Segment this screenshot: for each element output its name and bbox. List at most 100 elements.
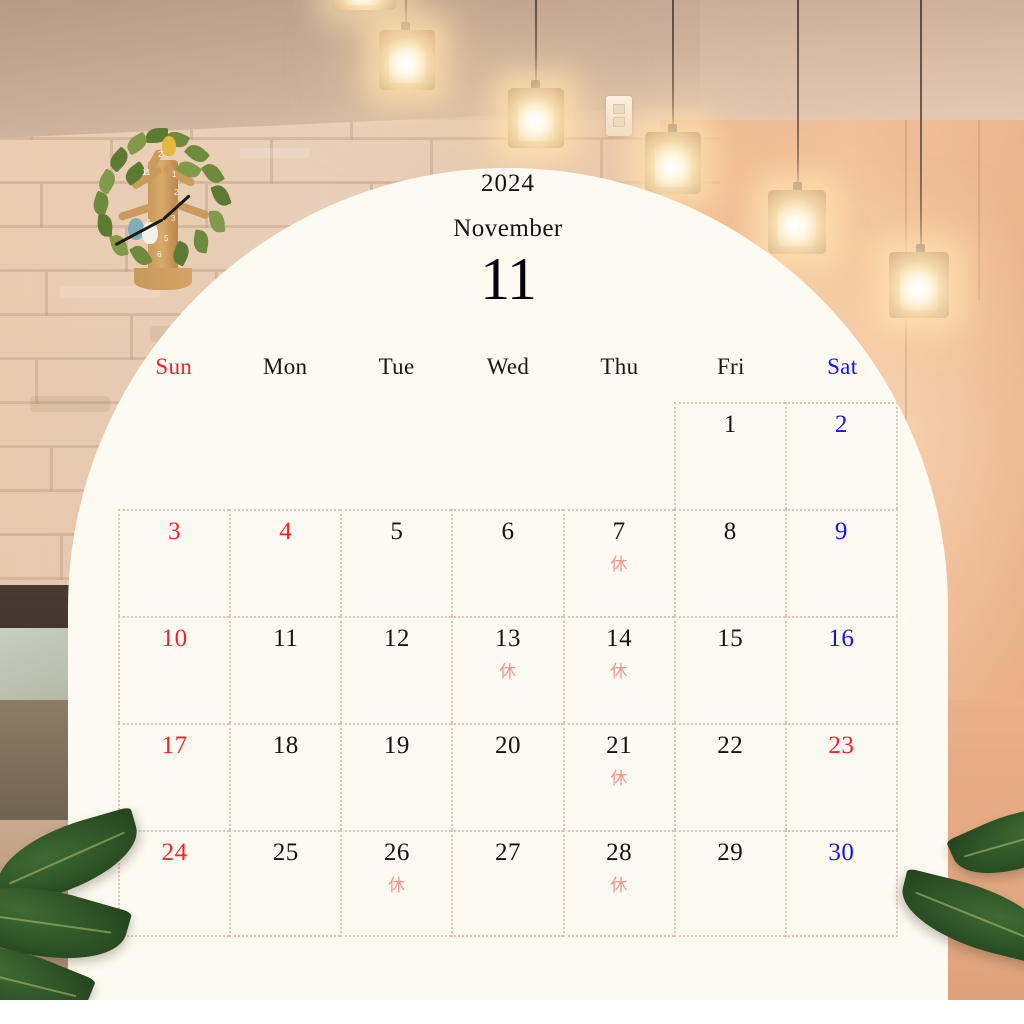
calendar-cell-day[interactable]: 1 (673, 402, 785, 509)
year-label: 2024 (481, 170, 535, 197)
calendar-cell-day[interactable]: 23 (784, 723, 898, 830)
calendar-cell-empty (340, 402, 451, 509)
calendar-cell-day[interactable]: 30 (784, 830, 898, 937)
calendar-cell-day[interactable]: 9 (784, 509, 898, 616)
calendar-cell-day[interactable]: 29 (673, 830, 785, 937)
calendar-weeks: 1 2 3 4 5 6 7 休 8 9 10 11 12 13 休 14 休 15 16 17 18 19 20 21 休 22 2… (118, 402, 898, 937)
calendar-cell-day[interactable]: 3 (118, 509, 230, 616)
calendar-cell-day[interactable]: 26 休 (340, 830, 452, 937)
calendar-cell-day[interactable]: 7休 (562, 509, 674, 616)
day-closed-note: 休 (610, 769, 628, 789)
calendar-week-row: 24 25 26 休 27 28 休 29 30 (118, 830, 898, 937)
month-name-label: November (453, 215, 563, 242)
day-number: 12 (383, 625, 410, 652)
calendar-cell-day[interactable]: 17 (118, 723, 230, 830)
day-number: 6 (501, 518, 515, 545)
calendar-week-row: 12 (118, 402, 898, 509)
calendar-cell-day[interactable]: 11 (229, 616, 341, 723)
lamp-cord (535, 0, 537, 84)
calendar-cell-day[interactable]: 5 (340, 509, 452, 616)
calendar-cell-empty (563, 402, 674, 509)
bird-yellow-icon (162, 136, 176, 156)
calendar-cell-day[interactable]: 24 (118, 830, 230, 937)
calendar-header: 2024 November 11 (68, 168, 948, 309)
month-number-label: 11 (480, 246, 537, 312)
calendar-cell-day[interactable]: 14 休 (562, 616, 674, 723)
day-number: 2 (834, 411, 848, 438)
calendar-week-row: 10 11 12 13 休 14 休 15 16 (118, 616, 898, 723)
calendar-cell-day[interactable]: 6 (451, 509, 563, 616)
day-number: 14 (606, 625, 633, 652)
day-number: 17 (161, 732, 188, 759)
calendar-cell-day[interactable]: 15 (673, 616, 785, 723)
day-number: 9 (834, 518, 848, 545)
calendar-week-row: 17 18 19 20 21 休 22 23 (118, 723, 898, 830)
pendant-lamp-1 (379, 30, 435, 90)
day-number: 13 (494, 625, 521, 652)
day-number: 8 (723, 518, 737, 545)
day-number: 24 (161, 839, 188, 866)
calendar-card: 2024 November 11 Sun Mon Tue Wed Thu Fri Sat 1… (68, 168, 948, 1024)
calendar-cell-day[interactable]: 22 (673, 723, 785, 830)
weekday-header-thu: Thu (600, 354, 639, 379)
calendar-week-row: 34567休89 (118, 509, 898, 616)
calendar-cell-day[interactable]: 18 (229, 723, 341, 830)
day-number: 4 (279, 518, 293, 545)
pendant-lamp-0 (332, 0, 396, 10)
calendar-cell-empty (118, 402, 229, 509)
day-number: 15 (717, 625, 744, 652)
calendar-cell-day[interactable]: 27 (451, 830, 563, 937)
day-number: 26 (383, 839, 410, 866)
calendar-cell-day[interactable]: 25 (229, 830, 341, 937)
calendar-cell-day[interactable]: 4 (229, 509, 341, 616)
calendar-cell-day[interactable]: 20 (451, 723, 563, 830)
day-closed-note: 休 (388, 876, 406, 896)
day-number: 27 (494, 839, 521, 866)
calendar-cell-day[interactable]: 12 (340, 616, 452, 723)
calendar-cell-day[interactable]: 13 休 (451, 616, 563, 723)
lamp-cord (797, 0, 799, 186)
day-closed-note: 休 (610, 662, 628, 682)
day-number: 11 (273, 625, 299, 652)
weekday-header-sun: Sun (155, 354, 193, 379)
day-closed-note: 休 (610, 876, 628, 896)
calendar-grid: Sun Mon Tue Wed Thu Fri Sat 1 2 3 4 5 6 7 休 8 9 10 11 12 13… (118, 344, 898, 937)
day-number: 30 (828, 839, 855, 866)
day-number: 22 (717, 732, 744, 759)
calendar-cell-empty (451, 402, 562, 509)
day-number: 16 (828, 625, 855, 652)
weekday-header-tue: Tue (378, 354, 415, 379)
day-closed-note: 休 (610, 555, 628, 575)
wall-switch-plate (606, 96, 632, 136)
day-number: 5 (390, 518, 404, 545)
weekday-header-fri: Fri (716, 354, 745, 379)
weekday-header-row: Sun Mon Tue Wed Thu Fri Sat (118, 344, 898, 390)
day-number: 20 (494, 732, 521, 759)
weekday-header-sat: Sat (827, 354, 858, 379)
lamp-cord (672, 0, 674, 128)
day-number: 21 (606, 732, 633, 759)
day-number: 3 (168, 518, 182, 545)
calendar-cell-day[interactable]: 16 (784, 616, 898, 723)
day-number: 18 (272, 732, 299, 759)
calendar-cell-day[interactable]: 21 休 (562, 723, 674, 830)
day-number: 29 (717, 839, 744, 866)
day-number: 7 (612, 518, 626, 545)
day-number: 19 (383, 732, 410, 759)
calendar-cell-day[interactable]: 28 休 (562, 830, 674, 937)
calendar-poster: 11 2 1 2 3 5 4 6 2024 November 11 Sun Mo… (0, 0, 1024, 1024)
day-number: 23 (828, 732, 855, 759)
day-number: 1 (723, 411, 737, 438)
calendar-cell-day[interactable]: 19 (340, 723, 452, 830)
day-number: 10 (161, 625, 188, 652)
day-number: 25 (272, 839, 299, 866)
day-number: 28 (606, 839, 633, 866)
day-closed-note: 休 (499, 662, 517, 682)
calendar-cell-day[interactable]: 10 (118, 616, 230, 723)
pendant-lamp-2 (508, 88, 564, 148)
calendar-cell-empty (229, 402, 340, 509)
weekday-header-mon: Mon (262, 354, 308, 379)
bottom-margin (0, 1000, 1024, 1024)
calendar-cell-day[interactable]: 8 (673, 509, 785, 616)
calendar-cell-day[interactable]: 2 (784, 402, 898, 509)
